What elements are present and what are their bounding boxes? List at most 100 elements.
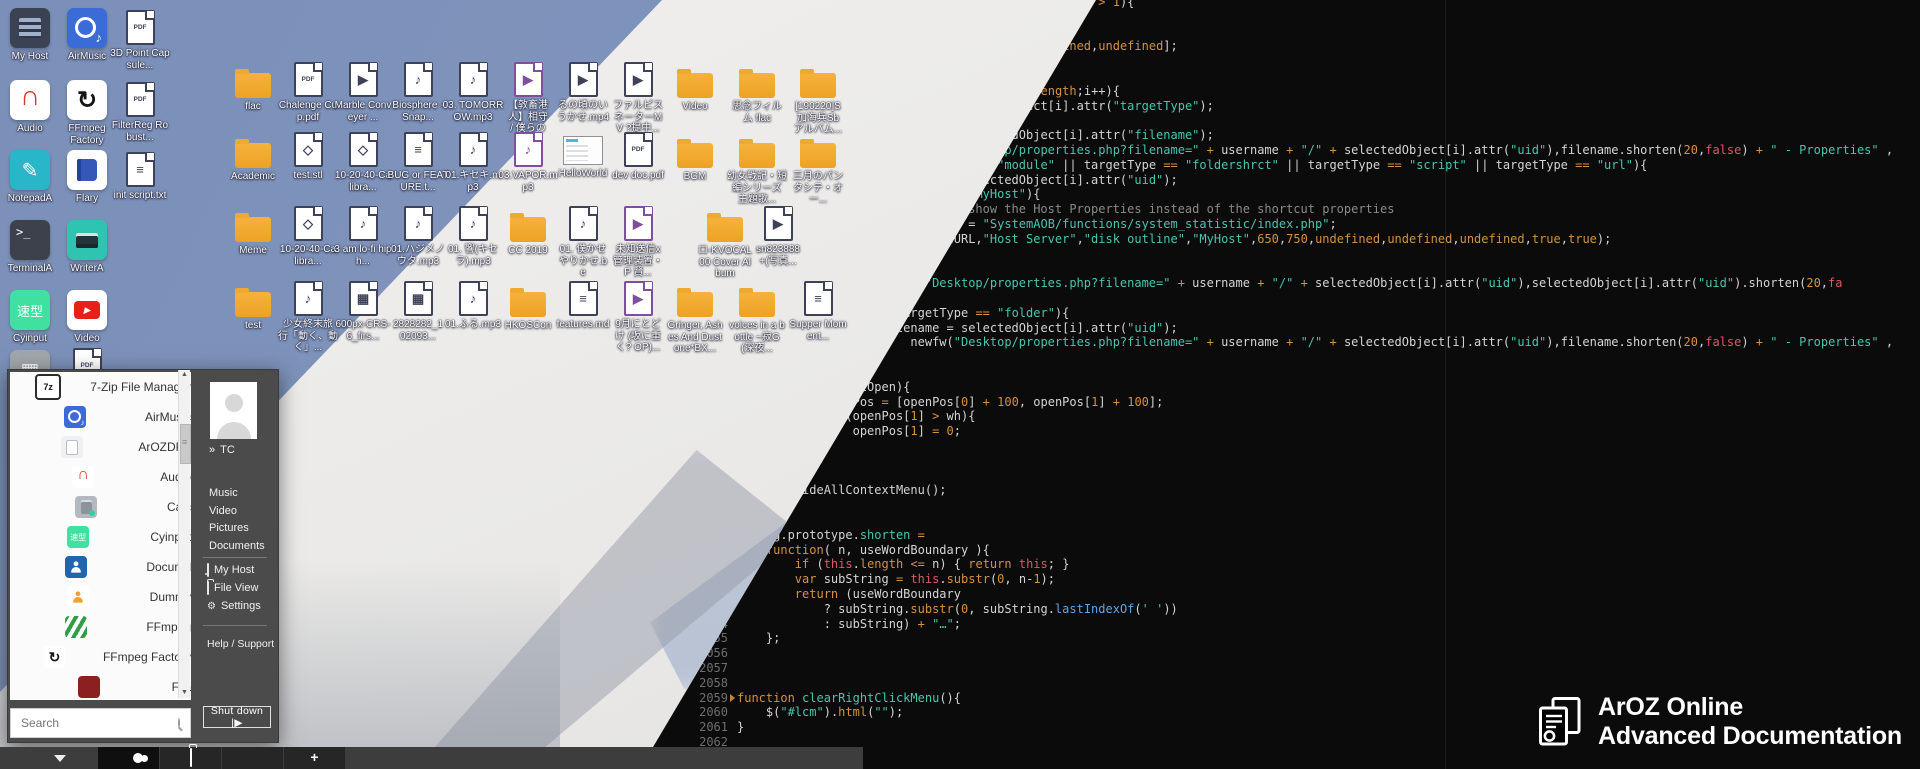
desktop-icon[interactable]: 思念フィル ム flac <box>724 66 790 124</box>
taskbar-tab-cloud[interactable] <box>98 747 159 769</box>
desktop-icon-label: Video <box>662 101 728 113</box>
divider <box>203 557 267 558</box>
system-link-my-host[interactable]: My Host <box>207 564 254 576</box>
desktop-icon[interactable]: Gringer, Ash es And Dust one*BX... <box>662 285 728 355</box>
place-link-pictures[interactable]: Pictures <box>209 522 249 534</box>
desktop-icon[interactable]: ≡init script.txt <box>107 152 173 202</box>
taskbar-collapse-icon[interactable] <box>54 755 66 762</box>
place-link-music[interactable]: Music <box>209 487 238 499</box>
start-menu-app-item[interactable]: 7z7-Zip File Manager <box>10 372 191 402</box>
start-menu-app-item[interactable]: 速型Cyinput <box>10 522 191 552</box>
avatar[interactable] <box>210 382 257 439</box>
video-file-icon: ▶ <box>624 281 653 316</box>
start-menu-app-list: 7z7-Zip File Manager♪AirMusicArOZDFS∩Aud… <box>10 372 191 700</box>
folder-icon <box>739 143 775 168</box>
place-link-video[interactable]: Video <box>209 505 237 517</box>
audioapp-app-icon: ∩ <box>10 80 50 120</box>
line-number: 2061 <box>680 720 728 735</box>
desktop-icon[interactable]: PDF3D Point Cap sule... <box>107 10 173 71</box>
search-box <box>10 708 191 738</box>
folder-icon <box>800 143 836 168</box>
pdf-file-icon: PDF <box>126 10 155 45</box>
search-icon[interactable] <box>178 718 180 728</box>
desktop-icon[interactable]: 三月のパン タシテ・オ ー... <box>785 136 851 206</box>
taskbar-tab-plus[interactable]: + <box>284 747 345 769</box>
desktop-icon-label: 幼女戦記・短 編シリーズ 主題歌... <box>724 171 790 206</box>
desktop-icon-label: WriterA <box>54 263 120 275</box>
desktop-icon-label: FilterReg Ro bust... <box>107 120 173 143</box>
folder-icon <box>510 292 546 317</box>
scrollbar[interactable]: ▲ ▼ <box>178 370 190 698</box>
video-file-icon: ▶ <box>349 62 378 97</box>
host-icon <box>207 564 209 576</box>
desktop-icon[interactable]: PDF FilterReg Ro bust... <box>107 82 173 143</box>
desktop-icon[interactable]: ≡Supper Mom ent... <box>785 281 851 342</box>
start-menu-app-item[interactable]: ♪AirMusic <box>10 402 191 432</box>
plus-icon: + <box>310 749 318 767</box>
pdf-file-icon: PDF <box>624 132 653 167</box>
system-link-settings[interactable]: ⚙Settings <box>207 600 261 612</box>
audio-file-icon: ♪ <box>514 132 543 167</box>
help-support-link[interactable]: Help / Support <box>207 638 274 650</box>
documd-app-icon <box>65 556 87 578</box>
scroll-up-icon[interactable]: ▲ <box>181 371 188 379</box>
desktop-icon-label: voices in a b ottle ~寂G (深夜... <box>724 320 790 355</box>
desktop-icon[interactable]: [190220]S 加海兵Sb アルバム... <box>785 66 851 136</box>
ffactory-app-icon: ↻ <box>43 646 65 668</box>
folder-icon <box>235 217 271 242</box>
screen: 2012 if (selectedObject.selectAll().leng… <box>0 0 1920 769</box>
arozdfs-app-icon <box>61 436 83 458</box>
audioapp-app-icon: ∩ <box>72 466 94 488</box>
desktop-icon[interactable]: ▶sn823888 +(写真... <box>745 206 811 267</box>
folder-icon <box>510 217 546 242</box>
desktop-icon[interactable]: BGM <box>662 136 728 183</box>
start-menu: 7z7-Zip File Manager♪AirMusicArOZDFS∩Aud… <box>7 369 279 743</box>
start-menu-app-item[interactable]: ↻FFmpeg Factory <box>10 642 191 672</box>
start-menu-app-item[interactable]: Dummy <box>10 582 191 612</box>
pdf-file-icon: PDF <box>126 82 155 117</box>
start-menu-app-item[interactable]: Calc <box>10 492 191 522</box>
line-number: 2059 <box>680 691 728 706</box>
stl-file-icon: ◇ <box>294 132 323 167</box>
desktop-icon[interactable]: ▶未知送信x 管理装置・ P 賢... <box>605 206 671 279</box>
desktop-icon[interactable]: 幼女戦記・短 編シリーズ 主題歌... <box>724 136 790 206</box>
audio-file-icon: ♪ <box>404 62 433 97</box>
scrollbar-thumb[interactable] <box>180 424 191 464</box>
place-link-documents[interactable]: Documents <box>209 540 265 552</box>
desktop-icon[interactable]: ▶Video <box>54 290 120 345</box>
fold-marker-icon <box>730 694 735 702</box>
system-link-file-view[interactable]: File View <box>207 582 258 594</box>
desktop-icon-label: sn823888 +(写真... <box>745 244 811 267</box>
line-number: 2060 <box>680 705 728 720</box>
folder-icon <box>235 73 271 98</box>
video-file-icon: ▶ <box>624 206 653 241</box>
desktop-icon[interactable]: voices in a b ottle ~寂G (深夜... <box>724 285 790 355</box>
audio-file-icon: ♪ <box>349 206 378 241</box>
folder-icon <box>677 292 713 317</box>
desktop-icon-label: Gringer, Ash es And Dust one*BX... <box>662 320 728 355</box>
cyinput-app-icon: 速型 <box>67 526 89 548</box>
audio-file-icon: ♪ <box>569 206 598 241</box>
shutdown-button[interactable]: Shut down |▶ <box>203 706 271 728</box>
ffmpeg-app-icon <box>65 616 87 638</box>
start-menu-app-item[interactable]: FFmpeg <box>10 612 191 642</box>
folder-icon <box>207 582 209 594</box>
scroll-down-icon[interactable]: ▼ <box>181 689 188 697</box>
airmusic-app-icon: ♪ <box>64 406 86 428</box>
pdf-file-icon: PDF <box>294 62 323 97</box>
username[interactable]: »TC <box>209 444 235 456</box>
start-menu-app-item[interactable]: ∩Audio <box>10 462 191 492</box>
taskbar-tab-folder[interactable] <box>160 747 221 769</box>
folder-icon <box>235 292 271 317</box>
start-menu-app-item[interactable]: ArOZDFS <box>10 432 191 462</box>
taskbar-tab-film[interactable] <box>222 747 283 769</box>
video-file-icon: ▶ <box>624 62 653 97</box>
desktop-icon[interactable]: WriterA <box>54 220 120 275</box>
search-input[interactable] <box>11 715 178 731</box>
folder-icon <box>800 73 836 98</box>
fila-app-icon <box>78 676 100 698</box>
start-menu-app-item[interactable]: Documd <box>10 552 191 582</box>
start-menu-app-item[interactable]: Fila <box>10 672 191 700</box>
desktop-icon[interactable]: Video <box>662 66 728 113</box>
notepad-app-icon: ✎ <box>10 150 50 190</box>
